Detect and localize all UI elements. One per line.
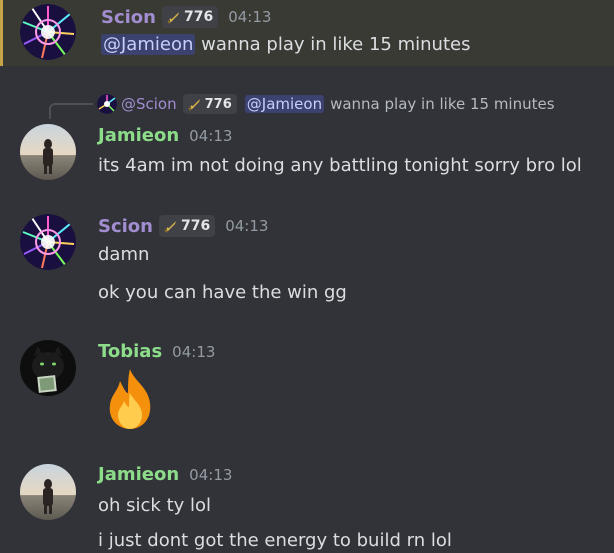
sword-icon: [167, 12, 179, 24]
username[interactable]: Jamieon: [98, 464, 179, 485]
message-header: Jamieon 04:13: [98, 464, 232, 485]
message-text: oh sick ty lol: [98, 495, 212, 516]
message-tobias[interactable]: Tobias 04:13: [0, 330, 614, 442]
message-text: i just dont got the energy to build rn l…: [98, 530, 452, 551]
timestamp[interactable]: 04:13: [172, 343, 215, 361]
timestamp[interactable]: 04:13: [228, 8, 271, 26]
message-header: Scion 776 04:13: [98, 215, 268, 237]
fire-emoji[interactable]: [98, 367, 162, 431]
sword-icon: [187, 99, 200, 111]
avatar-tobias[interactable]: [20, 340, 76, 396]
message-text: its 4am im not doing any battling tonigh…: [98, 155, 582, 176]
user-mention[interactable]: @Jamieon: [101, 34, 196, 55]
message-jamieon-reply[interactable]: @Scion 776 @Jamieon wanna play in like 1…: [0, 88, 614, 188]
message-header: Tobias 04:13: [98, 341, 215, 362]
username[interactable]: Jamieon: [98, 125, 179, 146]
avatar-jamieon[interactable]: [20, 124, 76, 180]
message-header: Jamieon 04:13: [98, 125, 232, 146]
username[interactable]: Scion: [101, 7, 156, 28]
clan-badge[interactable]: 776: [158, 215, 216, 237]
message-content: @Jamieon wanna play in like 15 minutes: [101, 34, 470, 55]
message-text: damn: [98, 244, 150, 265]
message-text: wanna play in like 15 minutes: [201, 34, 471, 55]
timestamp[interactable]: 04:13: [189, 466, 232, 484]
reply-mention[interactable]: @Jamieon: [244, 95, 325, 113]
timestamp[interactable]: 04:13: [189, 127, 232, 145]
badge-label: 776: [204, 96, 232, 112]
username[interactable]: Scion: [98, 216, 153, 237]
timestamp[interactable]: 04:13: [225, 217, 268, 235]
reply-text: wanna play in like 15 minutes: [330, 95, 555, 113]
clan-badge[interactable]: 776: [161, 6, 219, 28]
message-scion[interactable]: Scion 776 04:13 damn ok you can have the…: [0, 210, 614, 315]
username[interactable]: Tobias: [98, 341, 162, 362]
message-jamieon[interactable]: Jamieon 04:13 oh sick ty lol i just dont…: [0, 455, 614, 553]
avatar-scion[interactable]: [20, 4, 76, 60]
badge-label: 776: [180, 218, 211, 234]
clan-badge: 776: [182, 94, 237, 114]
message-scion-mention[interactable]: Scion 776 04:13 @Jamieon wanna play in l…: [0, 0, 614, 66]
reply-avatar-scion: [97, 94, 117, 114]
badge-label: 776: [183, 9, 214, 25]
avatar-scion[interactable]: [20, 214, 76, 270]
message-text: ok you can have the win gg: [98, 282, 347, 303]
reply-preview[interactable]: @Scion 776 @Jamieon wanna play in like 1…: [97, 94, 555, 114]
sword-icon: [164, 221, 176, 233]
message-header: Scion 776 04:13: [101, 6, 271, 28]
reply-author[interactable]: @Scion: [121, 95, 177, 113]
avatar-jamieon[interactable]: [20, 464, 76, 520]
reply-connector: [49, 103, 93, 119]
